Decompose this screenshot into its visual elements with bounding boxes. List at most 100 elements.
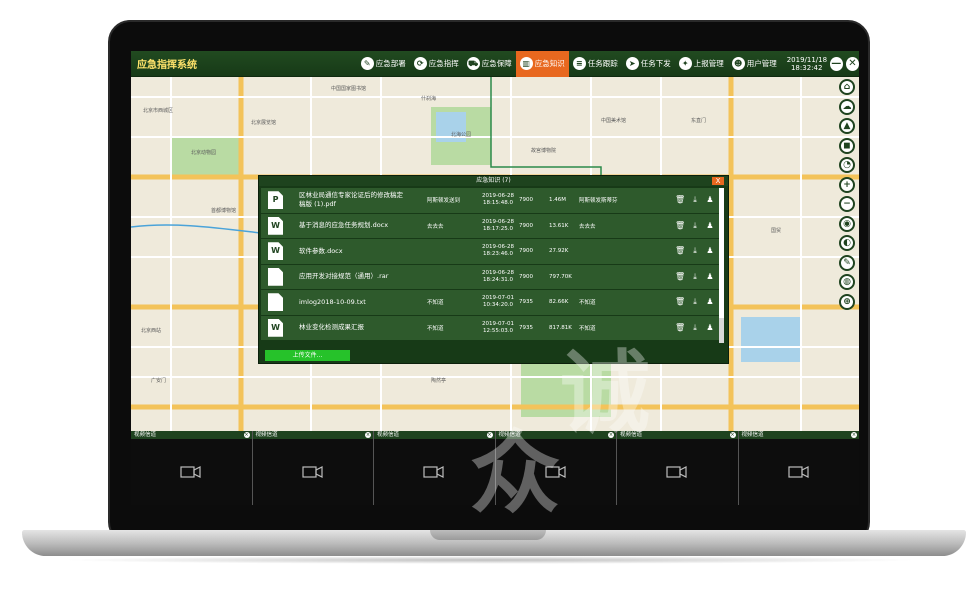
video-channel-label: 视频信道 — [255, 432, 278, 438]
dialog-close-button[interactable]: X — [712, 177, 724, 185]
video-channel[interactable]: 视频信道 × — [738, 431, 859, 505]
file-row[interactable]: P 区林业局通信专家论证后的修改稿定稿版 (1).pdf 阿斯顿发送到 2019-06… — [261, 188, 719, 214]
nav-item-4[interactable]: ≡ 任务跟踪 — [569, 51, 622, 77]
map-place-label: 陶然亭 — [431, 378, 447, 384]
nav-item-5[interactable]: ➤ 任务下发 — [622, 51, 675, 77]
locate-icon[interactable]: ⊕ — [839, 293, 855, 310]
cloud-icon[interactable]: ☁ — [839, 98, 855, 115]
layer-icon[interactable]: ◍ — [839, 274, 855, 290]
delete-icon[interactable]: 🗑 — [675, 297, 685, 307]
file-name[interactable]: 软件参数.docx — [299, 247, 409, 256]
video-channel[interactable]: 视频信道 × — [495, 431, 617, 505]
file-size: 797.70K — [549, 273, 572, 280]
file-date-time: 18:15:48.0 — [483, 200, 513, 207]
download-icon[interactable]: ⤓ — [690, 195, 700, 205]
file-actions: 🗑 ⤓ ♟ — [675, 195, 720, 205]
file-actions: 🗑 ⤓ ♟ — [675, 297, 720, 307]
file-name[interactable]: 基于消息的应急任务规划.docx — [299, 221, 409, 230]
nav-item-label: 应急部署 — [375, 59, 406, 68]
person-icon[interactable]: ♟ — [705, 221, 715, 231]
report-icon: ✦ — [678, 57, 692, 70]
download-icon[interactable]: ⤓ — [690, 272, 700, 282]
map-place-label: 什刹海 — [421, 96, 437, 102]
video-close-icon[interactable]: × — [608, 432, 614, 438]
triangle-icon[interactable]: ▲ — [839, 118, 855, 134]
file-row[interactable]: imlog2018-10-09.txt 不知道 2019-07-01 10:34:20… — [261, 290, 719, 316]
zoom-out-icon[interactable]: − — [839, 196, 855, 212]
half-circle-icon[interactable]: ◐ — [839, 235, 855, 251]
home-icon[interactable]: ⌂ — [839, 79, 855, 95]
file-row[interactable]: W 林业变化检测成果汇报 不知道 2019-07-01 12:55:03.0 7935 81… — [261, 315, 720, 341]
person-icon[interactable]: ♟ — [705, 323, 715, 333]
nav-item-6[interactable]: ✦ 上报管理 — [675, 51, 728, 77]
video-channel-header: 视频信道 × — [131, 431, 252, 439]
close-button[interactable]: ✕ — [845, 56, 859, 71]
file-code: 7900 — [519, 273, 533, 280]
nav-item-1[interactable]: ⟳ 应急指挥 — [410, 51, 463, 77]
video-close-icon[interactable]: × — [243, 432, 250, 438]
nav-item-0[interactable]: ✎ 应急部署 — [357, 51, 410, 77]
scrollbar-thumb[interactable] — [719, 188, 724, 318]
download-icon[interactable]: ⤓ — [690, 221, 700, 231]
video-close-icon[interactable]: × — [851, 432, 857, 438]
edit-icon[interactable]: ✎ — [839, 254, 855, 271]
pie-icon[interactable]: ◔ — [839, 157, 855, 173]
file-code: 7900 — [519, 248, 533, 255]
video-channel[interactable]: 视频信道 × — [617, 431, 739, 505]
file-date: 2019-07-01 10:34:20.0 — [477, 295, 519, 309]
file-date: 2019-06-28 18:24:31.0 — [477, 270, 519, 284]
nav-item-3[interactable]: ▥ 应急知识 — [515, 51, 569, 77]
video-channel[interactable]: 视频信道 × — [374, 431, 496, 505]
file-name[interactable]: 应用开发对接规范（通用）.rar — [299, 272, 409, 281]
file-date-day: 2019-06-28 — [482, 193, 514, 200]
upload-file-button[interactable]: 上传文件... — [265, 350, 350, 361]
video-close-icon[interactable]: × — [365, 432, 371, 438]
file-name[interactable]: 林业变化检测成果汇报 — [299, 323, 409, 332]
dialog-scrollbar[interactable] — [719, 188, 724, 343]
delete-icon[interactable]: 🗑 — [675, 246, 685, 256]
zoom-in-icon[interactable]: + — [839, 176, 855, 193]
app-screen: 应急指挥系统 ✎ 应急部署 ⟳ 应急指挥 ⛟ 应急保障 ▥ 应急知识 ≡ 任务跟踪 ➤ 任务下发 ✦ 上报… — [131, 51, 859, 505]
delete-icon[interactable]: 🗑 — [675, 272, 685, 282]
download-icon[interactable]: ⤓ — [690, 297, 700, 307]
map-place-label: 北京西站 — [141, 328, 162, 334]
minimize-button[interactable]: — — [829, 56, 843, 71]
video-channel-label: 视频信道 — [741, 432, 764, 438]
word-file-icon: W — [268, 216, 283, 235]
file-list: P 区林业局通信专家论证后的修改稿定稿版 (1).pdf 阿斯顿发送到 2019-06… — [261, 188, 719, 341]
nav-item-label: 任务跟踪 — [587, 59, 618, 68]
person-icon[interactable]: ♟ — [705, 272, 715, 282]
file-row[interactable]: W 软件参数.docx 2019-06-28 18:23:46.0 7900 27.92K… — [261, 239, 719, 265]
person-icon[interactable]: ♟ — [705, 297, 715, 307]
square-icon[interactable]: ◼ — [839, 137, 855, 154]
park-area — [171, 137, 241, 177]
video-channel[interactable]: 视频信道 × — [252, 431, 374, 505]
delete-icon[interactable]: 🗑 — [675, 323, 685, 333]
person-icon[interactable]: ♟ — [705, 195, 715, 205]
video-channel[interactable]: 视频信道 × — [131, 431, 253, 505]
clock: 2019/11/18 18:32:42 — [787, 56, 827, 72]
delete-icon[interactable]: 🗑 — [675, 195, 685, 205]
file-date-day: 2019-06-28 — [482, 269, 514, 276]
download-icon[interactable]: ⤓ — [690, 246, 700, 256]
video-close-icon[interactable]: × — [729, 432, 736, 438]
file-name[interactable]: 区林业局通信专家论证后的修改稿定稿版 (1).pdf — [299, 191, 409, 209]
file-actions: 🗑 ⤓ ♟ — [675, 323, 720, 333]
nav-item-2[interactable]: ⛟ 应急保障 — [463, 51, 516, 77]
nav-item-label: 应急保障 — [481, 59, 512, 68]
file-date-time: 18:23:46.0 — [483, 251, 513, 258]
video-close-icon[interactable]: × — [486, 432, 493, 438]
delete-icon[interactable]: 🗑 — [675, 221, 685, 231]
file-row[interactable]: W 基于消息的应急任务规划.docx 去去去 2019-06-28 18:17:25.0… — [261, 213, 719, 239]
file-name[interactable]: imlog2018-10-09.txt — [299, 298, 409, 307]
nav-item-7[interactable]: ☻ 用户管理 — [728, 51, 781, 77]
file-date-day: 2019-07-01 — [482, 295, 514, 302]
deploy-icon: ✎ — [360, 57, 374, 70]
file-code: 7935 — [519, 324, 533, 331]
file-row[interactable]: 应用开发对接规范（通用）.rar 2019-06-28 18:24:31.0 7900… — [261, 264, 720, 290]
file-actions: 🗑 ⤓ ♟ — [675, 272, 720, 282]
download-icon[interactable]: ⤓ — [690, 323, 700, 333]
file-date: 2019-07-01 12:55:03.0 — [477, 321, 519, 335]
target-icon[interactable]: ◉ — [839, 215, 855, 232]
person-icon[interactable]: ♟ — [705, 246, 715, 256]
